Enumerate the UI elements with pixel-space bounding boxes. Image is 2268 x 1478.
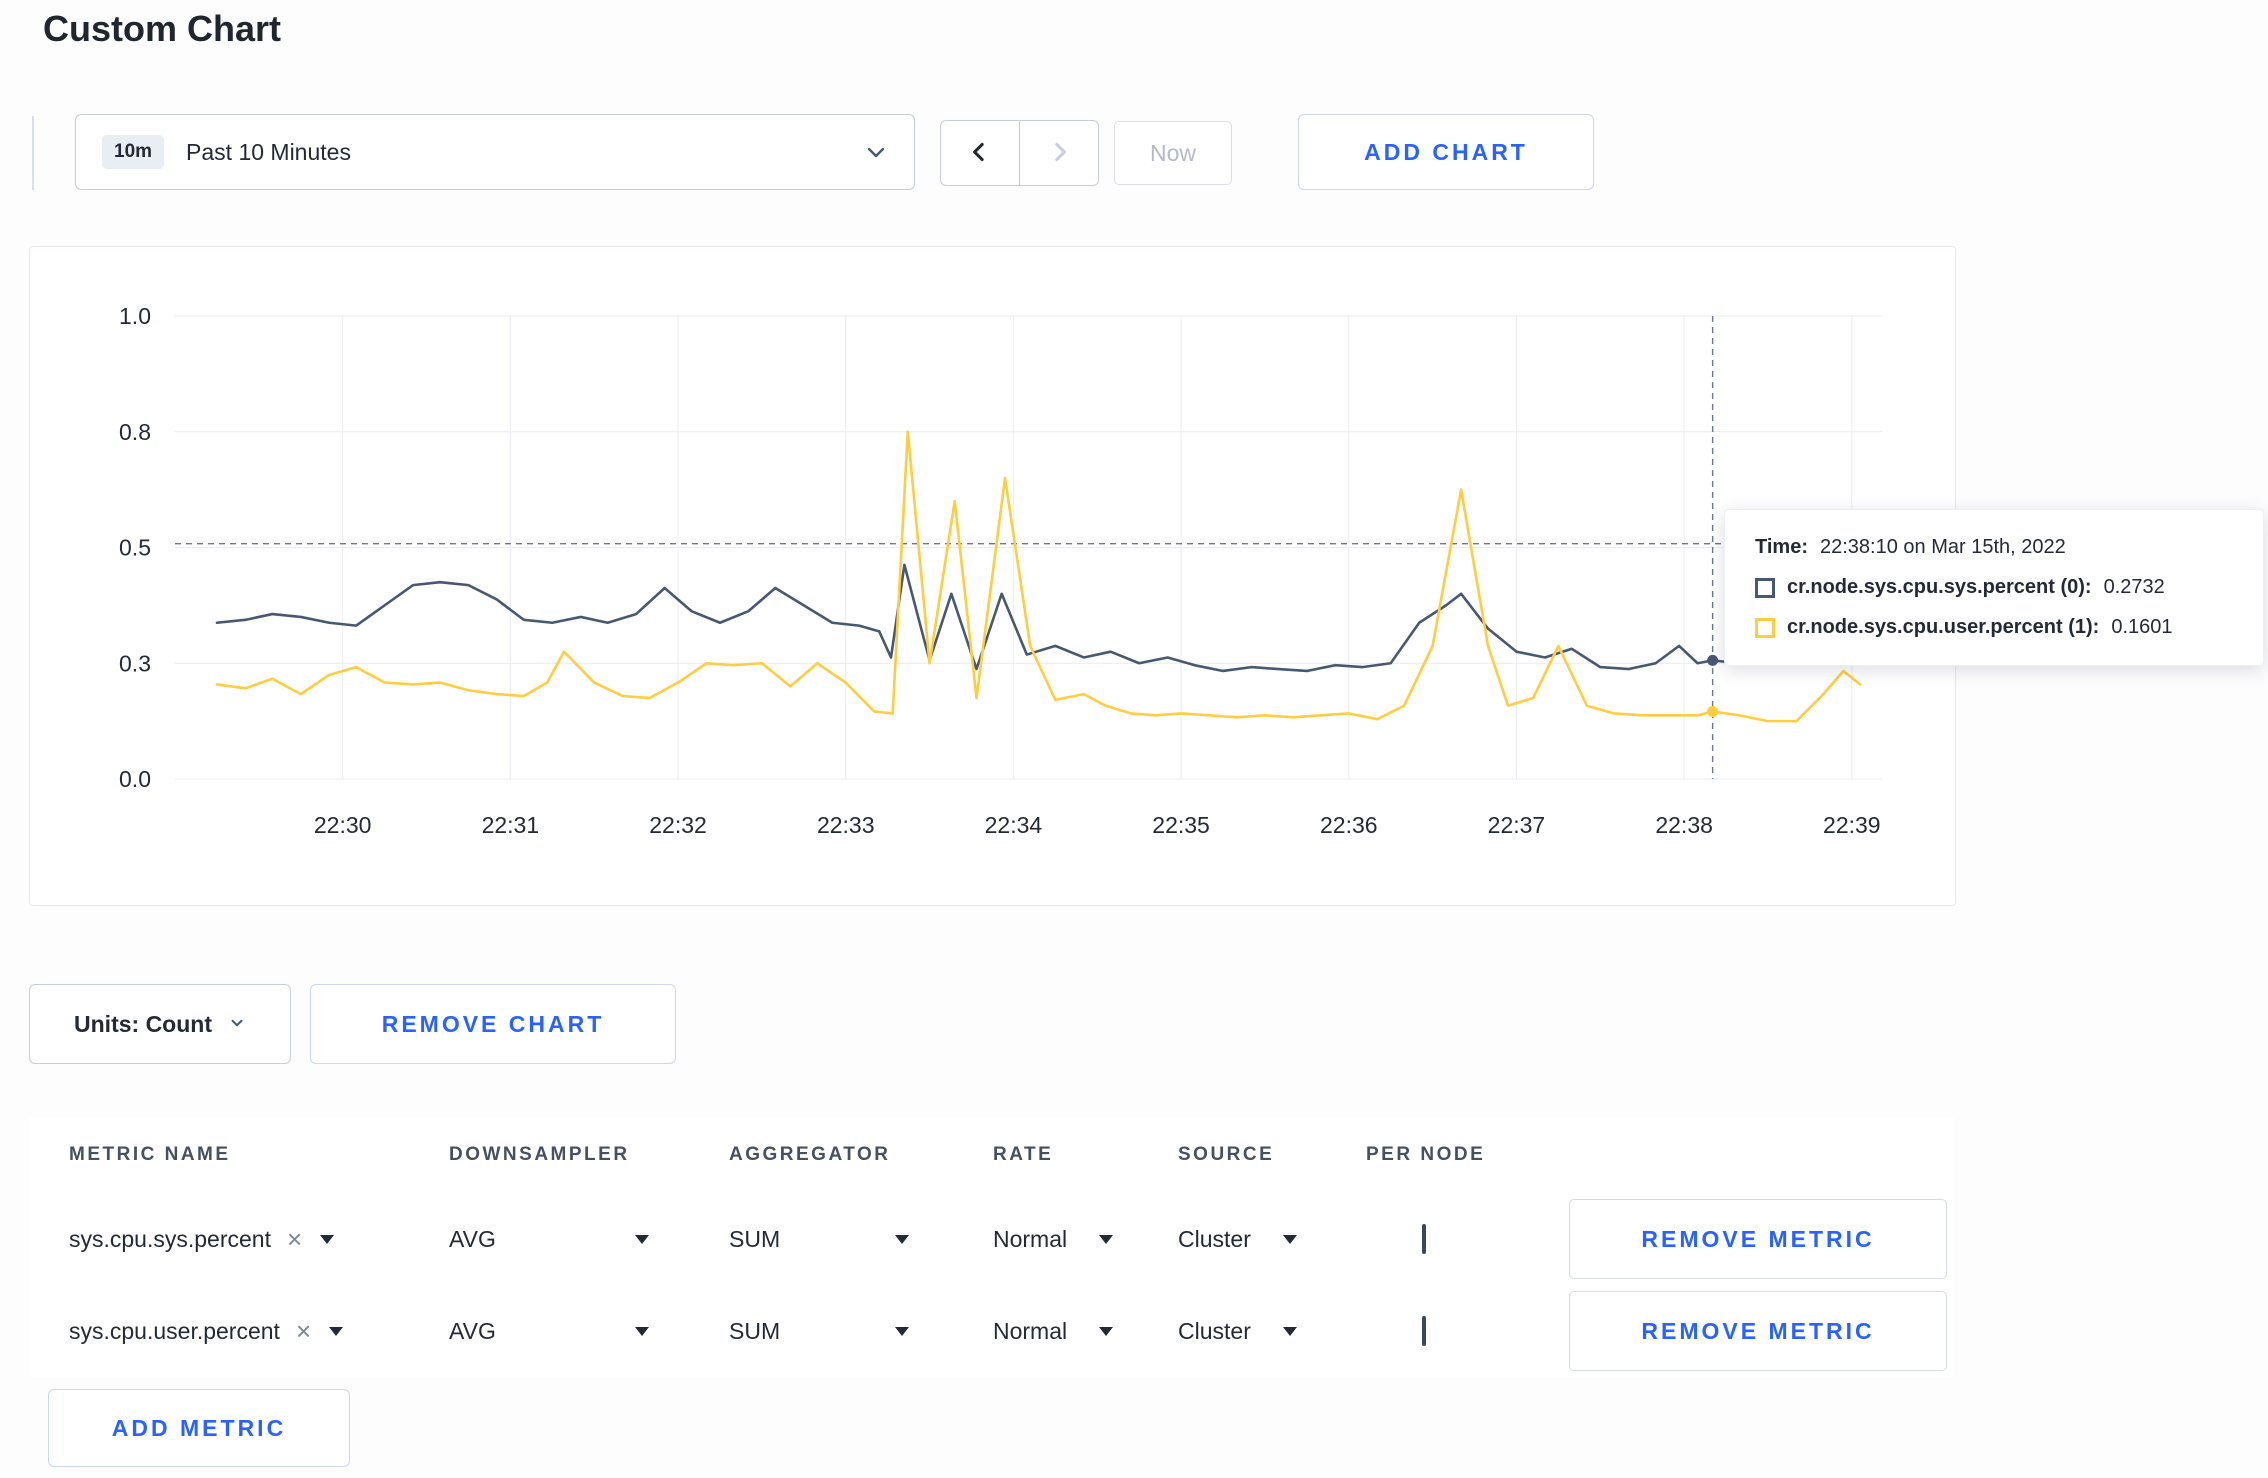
remove-metric-button[interactable]: REMOVE METRIC xyxy=(1569,1199,1947,1279)
downsampler-select[interactable]: AVG xyxy=(449,1226,649,1253)
tooltip-series-value: 0.2732 xyxy=(2103,576,2165,598)
caret-down-icon xyxy=(895,1326,909,1336)
series-swatch-icon xyxy=(1755,617,1775,638)
remove-metric-button[interactable]: REMOVE METRIC xyxy=(1569,1291,1947,1371)
caret-down-icon xyxy=(1282,1326,1297,1336)
chart-panel[interactable]: 0.0 0.3 0.5 0.8 1.0 22:30 22:31 22:32 22:33 22:34… xyxy=(29,246,2264,906)
tooltip-time-label: Time: xyxy=(1755,536,1808,558)
table-row: sys.cpu.user.percent × AVG SUM Normal Cl… xyxy=(29,1285,1954,1377)
time-range-dropdown[interactable]: 10m Past 10 Minutes xyxy=(75,114,915,190)
metric-name-select[interactable]: sys.cpu.sys.percent × xyxy=(69,1226,449,1253)
svg-text:22:34: 22:34 xyxy=(985,812,1043,838)
time-back-button[interactable] xyxy=(940,120,1020,186)
remove-chart-button[interactable]: REMOVE CHART xyxy=(310,984,676,1064)
aggregator-select[interactable]: SUM xyxy=(729,1226,909,1253)
col-header-aggregator: AGGREGATOR xyxy=(729,1144,891,1165)
chevron-down-icon xyxy=(228,1011,246,1038)
add-chart-button[interactable]: ADD CHART xyxy=(1298,114,1594,190)
source-select[interactable]: Cluster xyxy=(1178,1226,1366,1253)
per-node-checkbox[interactable] xyxy=(1422,1223,1426,1254)
col-header-source: SOURCE xyxy=(1178,1144,1275,1165)
svg-text:22:37: 22:37 xyxy=(1488,812,1546,838)
source-value: Cluster xyxy=(1178,1317,1251,1344)
chevron-right-icon xyxy=(1046,139,1072,168)
line-chart[interactable]: 0.0 0.3 0.5 0.8 1.0 22:30 22:31 22:32 22:33 22:34… xyxy=(30,247,1953,903)
downsampler-select[interactable]: AVG xyxy=(449,1318,649,1345)
svg-text:22:35: 22:35 xyxy=(1152,812,1210,838)
tooltip-series-row: cr.node.sys.cpu.sys.percent (0): 0.2732 xyxy=(1755,576,2233,599)
svg-text:22:33: 22:33 xyxy=(817,812,875,838)
metrics-table: METRIC NAME DOWNSAMPLER AGGREGATOR RATE … xyxy=(29,1117,1954,1377)
metric-name-value: sys.cpu.sys.percent xyxy=(69,1225,271,1252)
svg-text:0.0: 0.0 xyxy=(119,766,151,792)
rate-select[interactable]: Normal xyxy=(993,1226,1178,1253)
chevron-left-icon xyxy=(967,139,993,168)
clear-metric-icon[interactable]: × xyxy=(296,1318,311,1344)
tooltip-series-name: cr.node.sys.cpu.sys.percent (0): xyxy=(1787,576,2092,598)
caret-down-icon xyxy=(635,1234,649,1244)
svg-text:22:30: 22:30 xyxy=(314,812,372,838)
aggregator-value: SUM xyxy=(729,1317,781,1344)
svg-text:22:39: 22:39 xyxy=(1823,812,1881,838)
metric-name-select[interactable]: sys.cpu.user.percent × xyxy=(69,1318,449,1345)
chevron-down-icon xyxy=(864,140,888,164)
caret-down-icon xyxy=(1282,1234,1297,1244)
tooltip-series-name: cr.node.sys.cpu.user.percent (1): xyxy=(1787,616,2100,638)
add-metric-button[interactable]: ADD METRIC xyxy=(48,1389,350,1467)
col-header-rate: RATE xyxy=(993,1144,1054,1165)
tooltip-time-value: 22:38:10 on Mar 15th, 2022 xyxy=(1819,536,2066,558)
custom-chart-page: Custom Chart 10m Past 10 Minutes Now ADD… xyxy=(0,0,2268,1478)
metric-name-value: sys.cpu.user.percent xyxy=(69,1317,280,1344)
clear-metric-icon[interactable]: × xyxy=(287,1226,302,1252)
chart-tooltip: Time: 22:38:10 on Mar 15th, 2022 cr.node… xyxy=(1724,509,2264,666)
caret-down-icon xyxy=(1099,1234,1114,1244)
caret-down-icon[interactable] xyxy=(320,1234,335,1244)
col-header-per-node: PER NODE xyxy=(1366,1144,1486,1165)
caret-down-icon xyxy=(635,1326,649,1336)
svg-text:0.5: 0.5 xyxy=(119,535,151,561)
now-button[interactable]: Now xyxy=(1114,121,1232,185)
time-forward-button[interactable] xyxy=(1019,120,1099,186)
svg-text:0.8: 0.8 xyxy=(119,419,151,445)
tooltip-series-value: 0.1601 xyxy=(2111,616,2173,638)
series-swatch-icon xyxy=(1755,577,1775,598)
time-step-controls xyxy=(940,120,1099,186)
toolbar-divider xyxy=(32,116,34,190)
svg-text:22:31: 22:31 xyxy=(482,812,540,838)
caret-down-icon xyxy=(895,1234,909,1244)
toolbar: 10m Past 10 Minutes Now ADD CHART xyxy=(32,114,2252,194)
source-select[interactable]: Cluster xyxy=(1178,1318,1366,1345)
per-node-checkbox[interactable] xyxy=(1422,1315,1426,1346)
time-window-label: Past 10 Minutes xyxy=(186,138,351,165)
downsampler-value: AVG xyxy=(449,1317,496,1344)
caret-down-icon[interactable] xyxy=(329,1326,344,1336)
svg-text:22:32: 22:32 xyxy=(649,812,707,838)
units-dropdown[interactable]: Units: Count xyxy=(29,984,291,1064)
tooltip-time-row: Time: 22:38:10 on Mar 15th, 2022 xyxy=(1755,536,2233,559)
aggregator-value: SUM xyxy=(729,1225,781,1252)
svg-text:0.3: 0.3 xyxy=(119,650,151,676)
col-header-downsampler: DOWNSAMPLER xyxy=(449,1144,630,1165)
rate-value: Normal xyxy=(993,1225,1068,1252)
svg-text:22:38: 22:38 xyxy=(1655,812,1713,838)
col-header-metric-name: METRIC NAME xyxy=(69,1144,231,1165)
time-window-badge: 10m xyxy=(102,135,165,169)
rate-select[interactable]: Normal xyxy=(993,1318,1178,1345)
source-value: Cluster xyxy=(1178,1225,1251,1252)
rate-value: Normal xyxy=(993,1317,1068,1344)
tooltip-series-row: cr.node.sys.cpu.user.percent (1): 0.1601 xyxy=(1755,616,2233,639)
svg-text:1.0: 1.0 xyxy=(119,303,151,329)
svg-text:22:36: 22:36 xyxy=(1320,812,1378,838)
units-label: Units: Count xyxy=(74,1010,212,1037)
caret-down-icon xyxy=(1099,1326,1114,1336)
page-title: Custom Chart xyxy=(43,8,282,49)
aggregator-select[interactable]: SUM xyxy=(729,1318,909,1345)
metrics-table-header: METRIC NAME DOWNSAMPLER AGGREGATOR RATE … xyxy=(29,1117,1954,1193)
table-row: sys.cpu.sys.percent × AVG SUM Normal Clu… xyxy=(29,1193,1954,1285)
downsampler-value: AVG xyxy=(449,1225,496,1252)
